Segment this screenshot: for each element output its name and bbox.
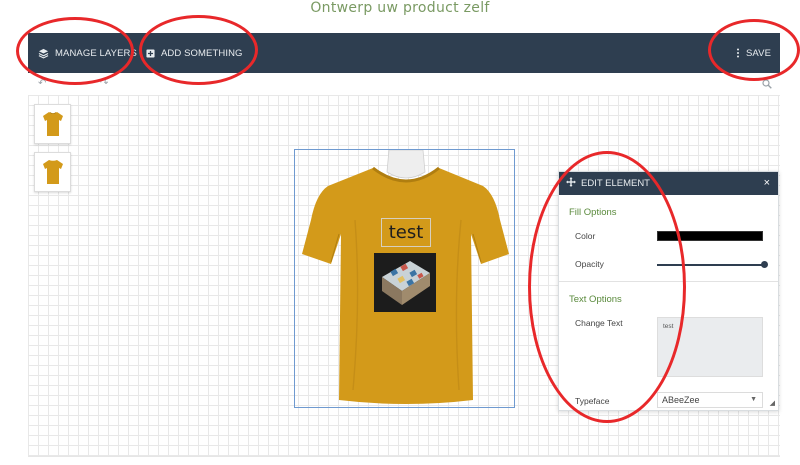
add-something-label: ADD SOMETHING <box>161 47 243 59</box>
save-button[interactable]: SAVE <box>736 33 771 73</box>
view-thumbnail-back[interactable] <box>34 152 71 192</box>
text-options-heading: Text Options <box>569 294 622 305</box>
undo-icon[interactable]: ↶ <box>38 79 48 89</box>
tshirt-front-icon <box>42 112 63 136</box>
color-label: Color <box>575 231 596 241</box>
tile-box-image <box>374 253 436 312</box>
opacity-slider-knob[interactable] <box>761 261 768 268</box>
page-title: Ontwerp uw product zelf <box>310 0 490 16</box>
close-icon[interactable]: × <box>764 177 770 189</box>
edit-element-title: EDIT ELEMENT <box>581 178 650 189</box>
edit-element-header[interactable]: EDIT ELEMENT × <box>559 172 778 195</box>
typeface-select[interactable]: ABeeZee ▼ <box>657 392 763 408</box>
save-label: SAVE <box>746 47 772 59</box>
opacity-label: Opacity <box>575 259 604 269</box>
opacity-row: Opacity <box>559 249 778 277</box>
add-something-button[interactable]: ADD SOMETHING <box>146 33 243 73</box>
add-icon <box>146 48 155 58</box>
color-picker[interactable] <box>657 231 763 241</box>
tile-image-element[interactable] <box>374 253 436 312</box>
redo-icon[interactable]: ↷ <box>100 79 110 89</box>
manage-layers-label: MANAGE LAYERS <box>55 47 137 59</box>
zoom-icon[interactable] <box>762 79 772 89</box>
typeface-row: Typeface ABeeZee ▼ <box>559 386 778 410</box>
fill-options-heading: Fill Options <box>569 207 617 218</box>
canvas-actions-bar: ↶ ↷ <box>28 73 780 95</box>
opacity-slider[interactable] <box>657 261 768 268</box>
change-text-row: Change Text test <box>559 308 778 386</box>
color-row: Color <box>559 221 778 249</box>
product-designer-page: Ontwerp uw product zelf MANAGE LAYERS AD… <box>0 0 800 465</box>
change-text-input[interactable]: test <box>657 317 763 377</box>
resize-grip-icon[interactable]: ◢ <box>770 399 775 407</box>
change-text-label: Change Text <box>575 318 623 328</box>
layers-icon <box>38 48 49 59</box>
tshirt-back-icon <box>42 160 63 184</box>
typeface-label: Typeface <box>575 396 610 406</box>
manage-layers-button[interactable]: MANAGE LAYERS <box>38 33 137 73</box>
edit-element-panel: EDIT ELEMENT × Fill Options Color Opacit… <box>558 171 779 411</box>
typeface-value: ABeeZee <box>662 395 700 405</box>
design-area[interactable]: test <box>294 149 515 408</box>
move-icon[interactable] <box>566 177 576 190</box>
view-thumbnail-front[interactable] <box>34 104 71 144</box>
designer-toolbar: MANAGE LAYERS ADD SOMETHING SAVE <box>28 33 780 73</box>
more-vertical-icon <box>736 48 740 58</box>
chevron-down-icon: ▼ <box>750 396 757 403</box>
text-element[interactable]: test <box>381 218 431 247</box>
